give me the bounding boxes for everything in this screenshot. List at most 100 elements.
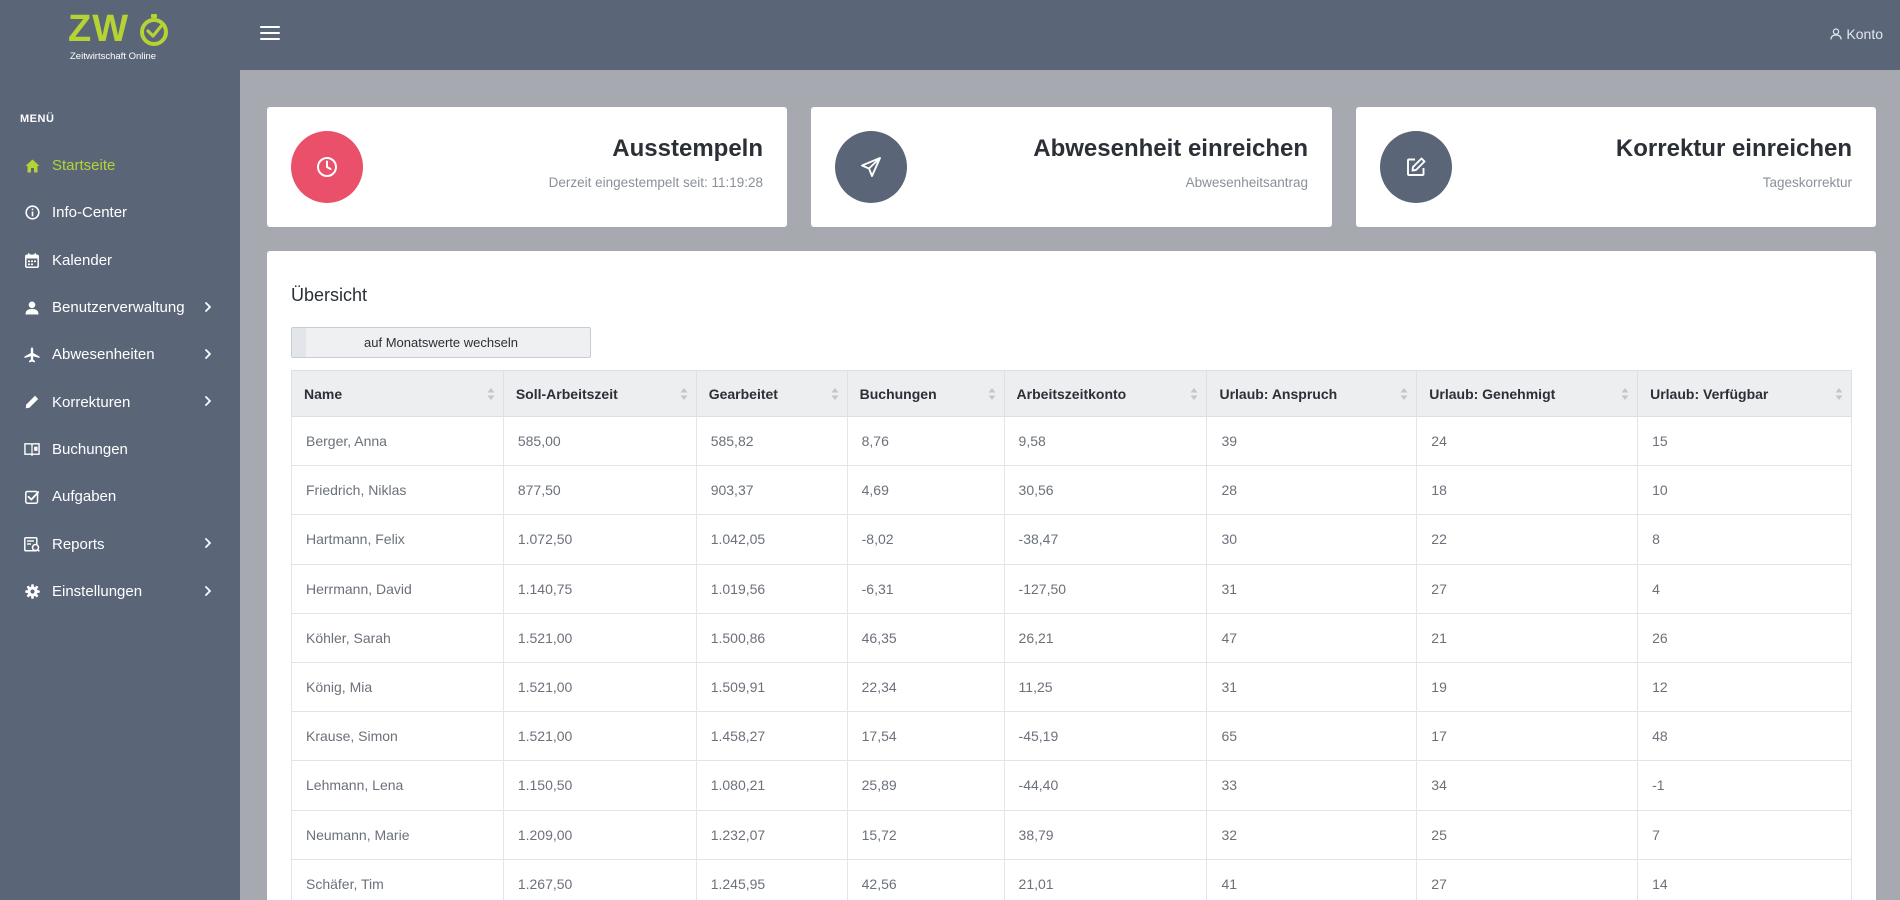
table-cell: 41 (1206, 858, 1418, 900)
sidebar: MENÜ Startseite Info-Center Kalender Ben… (0, 70, 240, 900)
user-outline-icon (1830, 28, 1843, 40)
sort-arrows-icon (487, 388, 495, 400)
gear-icon (24, 583, 40, 599)
sidebar-item-label: Benutzerverwaltung (52, 299, 185, 317)
account-menu[interactable]: Konto (1830, 26, 1883, 42)
table-cell: 22 (1416, 514, 1639, 565)
table-cell: 30 (1206, 514, 1418, 565)
table-cell: 10 (1637, 465, 1852, 516)
table-cell: 4 (1637, 563, 1852, 614)
pencil-icon (24, 394, 40, 410)
column-header[interactable]: Arbeitszeitkonto (1003, 370, 1208, 417)
table-cell: 1.209,00 (502, 809, 697, 860)
table-cell: 26,21 (1003, 612, 1208, 663)
column-header[interactable]: Name (291, 370, 504, 417)
edit-icon (1380, 131, 1452, 203)
table-cell: 38,79 (1003, 809, 1208, 860)
table-row[interactable]: König, Mia 1.521,00 1.509,91 22,34 11,25 31 19… (291, 661, 1852, 713)
sidebar-item-reports[interactable]: Reports (0, 520, 240, 567)
table-cell: -45,19 (1003, 711, 1208, 762)
sidebar-item-korrekturen[interactable]: Korrekturen (0, 378, 240, 425)
table-cell: Köhler, Sarah (291, 612, 504, 663)
card-title: Korrektur einreichen (1615, 135, 1852, 162)
table-cell: 7 (1637, 809, 1852, 860)
sidebar-item-startseite[interactable]: Startseite (0, 142, 240, 189)
table-row[interactable]: Schäfer, Tim 1.267,50 1.245,95 42,56 21,01 41… (291, 858, 1852, 900)
sort-arrows-icon (680, 388, 688, 400)
menu-heading: MENÜ (20, 113, 55, 125)
sidebar-item-label: Aufgaben (52, 488, 117, 506)
table-cell: 22,34 (846, 661, 1005, 713)
column-header[interactable]: Urlaub: Verfügbar (1637, 370, 1852, 417)
table-row[interactable]: Friedrich, Niklas 877,50 903,37 4,69 30,56 28… (291, 465, 1852, 516)
table-cell: 8,76 (846, 415, 1005, 467)
sidebar-item-abwesenheiten[interactable]: Abwesenheiten (0, 331, 240, 378)
table-cell: 32 (1206, 809, 1418, 860)
table-cell: 585,00 (502, 415, 697, 467)
column-header[interactable]: Urlaub: Anspruch (1206, 370, 1418, 417)
sidebar-item-label: Info-Center (52, 204, 128, 222)
column-header-label: Urlaub: Genehmigt (1429, 385, 1556, 402)
table-cell: -44,40 (1003, 760, 1208, 811)
chevron-right-icon (205, 349, 211, 360)
card-title: Abwesenheit einreichen (1033, 135, 1308, 162)
table-cell: 28 (1206, 465, 1418, 516)
column-header[interactable]: Gearbeitet (695, 370, 848, 417)
table-row[interactable]: Berger, Anna 585,00 585,82 8,76 9,58 39 24 15 (291, 415, 1852, 467)
table-cell: 34 (1416, 760, 1639, 811)
monthly-values-toggle[interactable]: auf Monatswerte wechseln (291, 327, 591, 358)
sidebar-item-label: Einstellungen (52, 582, 143, 600)
table-row[interactable]: Krause, Simon 1.521,00 1.458,27 17,54 -45,19… (291, 711, 1852, 762)
table-row[interactable]: Lehmann, Lena 1.150,50 1.080,21 25,89 -44,40… (291, 760, 1852, 811)
table-cell: 1.150,50 (502, 760, 697, 811)
table-cell: 903,37 (695, 465, 848, 516)
overview-title: Übersicht (291, 285, 368, 305)
table-row[interactable]: Köhler, Sarah 1.521,00 1.500,86 46,35 26,21 4… (291, 612, 1852, 663)
table-row[interactable]: Hartmann, Felix 1.072,50 1.042,05 -8,02 -38,… (291, 514, 1852, 565)
sort-arrows-icon (1400, 388, 1408, 400)
sidebar-item-buchungen[interactable]: Buchungen (0, 426, 240, 473)
table-cell: 27 (1416, 563, 1639, 614)
card-subtitle: Derzeit eingestempelt seit: 11:19:28 (548, 175, 763, 190)
chevron-right-icon (205, 585, 211, 596)
table-cell: 65 (1206, 711, 1418, 762)
table-cell: 47 (1206, 612, 1418, 663)
table-cell: 1.080,21 (695, 760, 848, 811)
brand-logo[interactable]: ZW Zeitwirtschaft Online (68, 10, 178, 62)
sidebar-item-aufgaben[interactable]: Aufgaben (0, 473, 240, 520)
sidebar-item-einstellungen[interactable]: Einstellungen (0, 568, 240, 615)
table-cell: 1.232,07 (695, 809, 848, 860)
column-header-label: Buchungen (859, 385, 937, 402)
sidebar-nav: Startseite Info-Center Kalender Benutzer… (0, 142, 240, 615)
table-cell: 15,72 (846, 809, 1005, 860)
chevron-right-icon (205, 538, 211, 549)
column-header[interactable]: Soll-Arbeitszeit (502, 370, 697, 417)
info-icon (24, 205, 40, 221)
table-cell: 27 (1416, 858, 1639, 900)
card-korrektur-einreichen[interactable]: Korrektur einreichen Tageskorrektur (1356, 107, 1876, 227)
stopwatch-logo-icon (140, 14, 168, 46)
hamburger-menu-icon[interactable] (260, 26, 280, 42)
column-header-label: Soll-Arbeitszeit (515, 385, 618, 402)
sidebar-item-benutzerverwaltung[interactable]: Benutzerverwaltung (0, 284, 240, 331)
send-icon (835, 131, 907, 203)
card-ausstempeln[interactable]: Ausstempeln Derzeit eingestempelt seit: … (267, 107, 787, 227)
sidebar-item-label: Reports (52, 535, 105, 553)
column-header[interactable]: Buchungen (846, 370, 1005, 417)
table-cell: -38,47 (1003, 514, 1208, 565)
table-cell: 1.521,00 (502, 711, 697, 762)
table-cell: 33 (1206, 760, 1418, 811)
table-row[interactable]: Neumann, Marie 1.209,00 1.232,07 15,72 38,79… (291, 809, 1852, 860)
sidebar-item-info-center[interactable]: Info-Center (0, 189, 240, 236)
book-icon (24, 441, 40, 457)
column-header[interactable]: Urlaub: Genehmigt (1416, 370, 1639, 417)
table-cell: 19 (1416, 661, 1639, 713)
table-cell: 39 (1206, 415, 1418, 467)
table-cell: 26 (1637, 612, 1852, 663)
table-cell: Neumann, Marie (291, 809, 504, 860)
account-label: Konto (1846, 26, 1883, 42)
card-abwesenheit-einreichen[interactable]: Abwesenheit einreichen Abwesenheitsantra… (811, 107, 1332, 227)
sidebar-item-kalender[interactable]: Kalender (0, 237, 240, 284)
sort-arrows-icon (831, 388, 839, 400)
table-row[interactable]: Herrmann, David 1.140,75 1.019,56 -6,31 -127… (291, 563, 1852, 614)
